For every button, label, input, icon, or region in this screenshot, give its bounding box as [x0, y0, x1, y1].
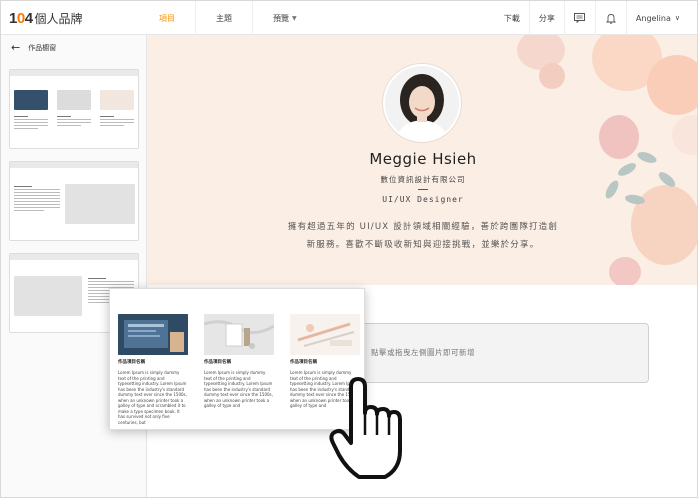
dropzone-hint: 點擊或拖曳左側圖片即可新增 — [371, 348, 475, 357]
thumbnail-image — [14, 276, 82, 316]
sidebar-title: 作品櫥窗 — [28, 43, 57, 52]
nav-tab-projects[interactable]: 項目 — [139, 1, 196, 35]
card-item-body: Lorem Ipsum is simply dummy text of the … — [204, 370, 273, 408]
card-item: 作品項目名稱 Lorem Ipsum is simply dummy text … — [118, 314, 188, 425]
card-item-title: 作品項目名稱 — [118, 360, 145, 365]
brand-logo[interactable]: 104 個人品牌 — [9, 9, 83, 27]
card-item-body: Lorem Ipsum is simply dummy text of the … — [118, 370, 187, 425]
card-item-image — [290, 314, 360, 355]
nav-tab-theme-label: 主題 — [216, 13, 232, 23]
card-item-image — [204, 314, 274, 355]
sidebar-header: ← 作品櫥窗 — [11, 41, 56, 54]
profile-name: Meggie Hsieh — [369, 150, 477, 168]
thumbnail-text — [14, 114, 48, 131]
app-window: 104 個人品牌 項目 主題 預覽 ▼ 下載 分享 Angelina ∨ ← 作… — [0, 0, 698, 498]
card-item-image — [118, 314, 188, 355]
thumbnail-image — [100, 90, 134, 110]
card-item-title: 作品項目名稱 — [204, 360, 231, 365]
message-icon — [574, 12, 586, 24]
profile-company: 數位資訊設計有限公司 — [380, 175, 466, 184]
dragged-layout-card[interactable]: 作品項目名稱 Lorem Ipsum is simply dummy text … — [109, 288, 365, 430]
top-header: 104 個人品牌 項目 主題 預覽 ▼ 下載 分享 Angelina ∨ — [1, 1, 697, 35]
profile-hero: Meggie Hsieh 數位資訊設計有限公司 UI/UX Designer 擁… — [147, 35, 697, 285]
bio-line-1: 擁有超過五年的 UI/UX 設計領域相關經驗，善於跨團隊打造創 — [287, 222, 559, 232]
flower-decoration — [647, 55, 697, 115]
user-name: Angelina — [635, 13, 671, 23]
notification-button[interactable] — [594, 1, 626, 35]
thumbnail-image — [65, 184, 135, 224]
thumbnail-text — [14, 184, 60, 213]
bio-line-2: 新服務。喜歡不斷吸收新知與迎接挑戰，並樂於分享。 — [306, 240, 540, 250]
logo-text: 個人品牌 — [34, 11, 83, 26]
flower-decoration — [539, 63, 565, 89]
nav-tab-preview-label: 預覽 — [273, 13, 289, 23]
chevron-down-icon: ▼ — [292, 14, 297, 22]
user-menu[interactable]: Angelina ∨ — [625, 1, 689, 35]
layout-thumbnail-text-left[interactable] — [9, 161, 139, 241]
message-button[interactable] — [563, 1, 595, 35]
chevron-down-icon: ∨ — [674, 14, 680, 22]
header-actions: 下載 分享 Angelina ∨ — [495, 1, 689, 35]
share-button[interactable]: 分享 — [528, 1, 564, 35]
nav-tab-projects-label: 項目 — [159, 13, 175, 23]
arrow-left-icon[interactable]: ← — [11, 41, 20, 54]
nav-tab-theme[interactable]: 主題 — [196, 1, 253, 35]
flower-decoration — [672, 115, 697, 155]
main-nav: 項目 主題 預覽 ▼ — [139, 1, 317, 35]
thumbnail-text — [100, 114, 134, 128]
profile-role: UI/UX Designer — [382, 195, 464, 204]
download-button[interactable]: 下載 — [495, 1, 529, 35]
thumbnail-image — [57, 90, 91, 110]
bell-icon — [605, 12, 617, 24]
card-item-title: 作品項目名稱 — [290, 360, 317, 365]
layout-thumbnail-three-column[interactable] — [9, 69, 139, 149]
flower-decoration — [609, 257, 641, 285]
logo-number: 104 — [9, 9, 33, 27]
title-divider — [418, 189, 428, 190]
share-label: 分享 — [538, 13, 555, 23]
profile-bio: 擁有超過五年的 UI/UX 設計領域相關經驗，善於跨團隊打造創 新服務。喜歡不斷… — [282, 218, 564, 254]
nav-tab-preview[interactable]: 預覽 ▼ — [253, 1, 317, 35]
avatar — [383, 64, 461, 142]
card-item: 作品項目名稱 Lorem Ipsum is simply dummy text … — [204, 314, 274, 409]
download-label: 下載 — [503, 13, 520, 23]
thumbnail-text — [57, 114, 91, 128]
hand-pointer-icon — [329, 373, 409, 483]
thumbnail-image — [14, 90, 48, 110]
